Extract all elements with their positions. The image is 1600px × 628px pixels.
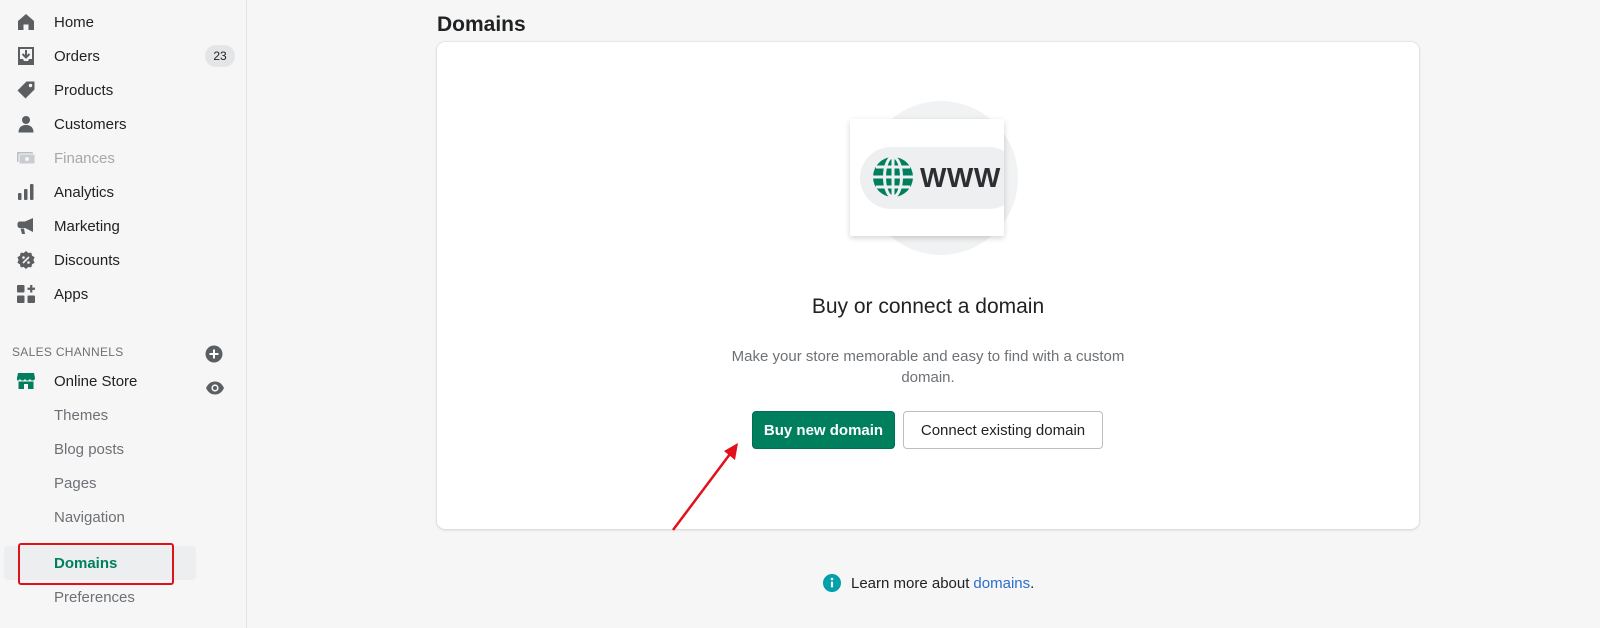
illustration-pill: WWW bbox=[860, 147, 1004, 209]
sidebar-item-label: Home bbox=[54, 13, 95, 31]
orders-icon bbox=[16, 46, 36, 66]
sidebar-subitem-label: Blog posts bbox=[54, 440, 125, 458]
megaphone-icon bbox=[16, 216, 36, 236]
sidebar-subitem-domains[interactable]: Domains bbox=[4, 546, 196, 580]
sales-channels-header: SALES CHANNELS bbox=[12, 345, 124, 359]
eye-icon[interactable] bbox=[205, 380, 225, 396]
sidebar-item-analytics[interactable]: Analytics bbox=[0, 175, 247, 209]
sidebar-subitem-label: Navigation bbox=[54, 508, 125, 526]
sidebar-subitem-themes[interactable]: Themes bbox=[0, 398, 247, 432]
store-icon bbox=[16, 371, 36, 391]
sidebar-item-label: Customers bbox=[54, 115, 127, 133]
sidebar-item-label: Orders bbox=[54, 47, 100, 65]
sidebar-item-label: Discounts bbox=[54, 251, 120, 269]
page-title: Domains bbox=[437, 13, 526, 36]
buy-new-domain-button[interactable]: Buy new domain bbox=[752, 411, 895, 449]
sidebar-subitem-blog-posts[interactable]: Blog posts bbox=[0, 432, 247, 466]
bar-chart-icon bbox=[16, 182, 36, 202]
add-sales-channel-icon[interactable] bbox=[205, 345, 223, 363]
sidebar-item-label: Marketing bbox=[54, 217, 120, 235]
home-icon bbox=[16, 12, 36, 32]
sidebar-nav: Home Orders 23 Products Customers Financ… bbox=[0, 0, 247, 628]
sidebar-subitem-label: Preferences bbox=[54, 588, 135, 606]
sidebar-subitem-navigation[interactable]: Navigation bbox=[0, 500, 247, 534]
info-icon bbox=[823, 574, 841, 592]
globe-icon bbox=[870, 154, 916, 200]
sidebar-item-discounts[interactable]: Discounts bbox=[0, 243, 247, 277]
sidebar-item-apps[interactable]: Apps bbox=[0, 277, 247, 311]
domains-help-link[interactable]: domains bbox=[973, 575, 1030, 592]
connect-existing-domain-button[interactable]: Connect existing domain bbox=[903, 411, 1103, 449]
sidebar-subitem-label: Domains bbox=[54, 554, 118, 572]
apps-icon bbox=[16, 284, 36, 304]
learn-more-text: Learn more about bbox=[851, 574, 970, 592]
sidebar-subitem-label: Themes bbox=[54, 406, 109, 424]
sidebar-item-label: Apps bbox=[54, 285, 89, 303]
person-icon bbox=[16, 114, 36, 134]
domain-illustration: WWW bbox=[850, 119, 1004, 236]
sidebar-item-customers[interactable]: Customers bbox=[0, 107, 247, 141]
sidebar-item-products[interactable]: Products bbox=[0, 73, 247, 107]
domain-card: WWW Buy or connect a domain Make your st… bbox=[437, 42, 1419, 529]
sidebar-item-label: Analytics bbox=[54, 183, 115, 201]
sidebar-item-label: Online Store bbox=[54, 372, 138, 390]
learn-more-suffix: . bbox=[1030, 574, 1035, 592]
tag-icon bbox=[16, 80, 36, 100]
sidebar-item-finances[interactable]: Finances bbox=[0, 141, 247, 175]
sidebar-item-label: Finances bbox=[54, 149, 115, 167]
sidebar-item-label: Products bbox=[54, 81, 114, 99]
sidebar-item-home[interactable]: Home bbox=[0, 5, 247, 39]
sidebar-item-marketing[interactable]: Marketing bbox=[0, 209, 247, 243]
orders-count-badge: 23 bbox=[205, 45, 235, 67]
card-heading: Buy or connect a domain bbox=[811, 295, 1045, 318]
sidebar-subitem-pages[interactable]: Pages bbox=[0, 466, 247, 500]
sidebar-subitem-label: Pages bbox=[54, 474, 97, 492]
illustration-www-text: WWW bbox=[920, 162, 1001, 193]
finances-icon bbox=[16, 148, 36, 168]
sidebar-item-orders[interactable]: Orders 23 bbox=[0, 39, 247, 73]
card-description: Make your store memorable and easy to fi… bbox=[731, 348, 1125, 386]
sidebar-subitem-preferences[interactable]: Preferences bbox=[0, 580, 247, 614]
discount-icon bbox=[16, 250, 36, 270]
learn-more-footer: Learn more about domains . bbox=[823, 572, 1034, 594]
